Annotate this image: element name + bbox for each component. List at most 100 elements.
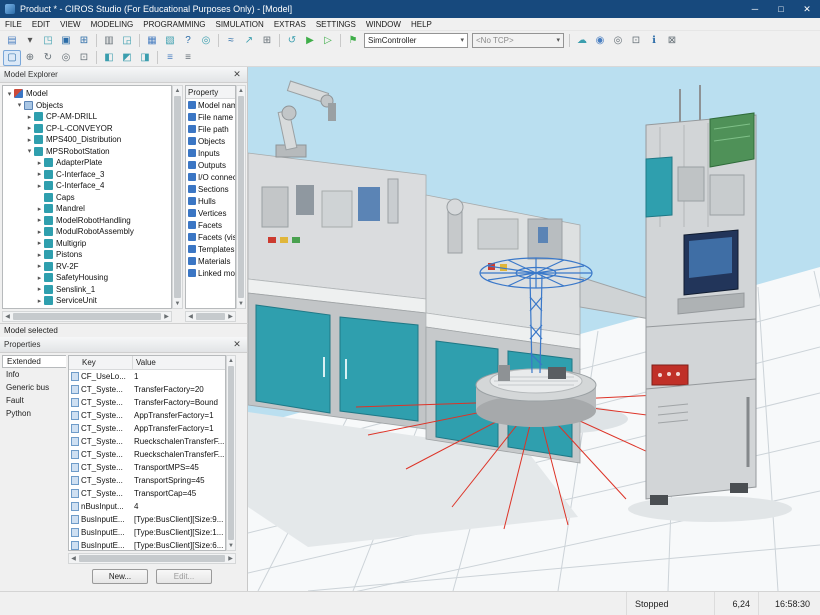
tab-fault[interactable]: Fault: [2, 394, 66, 407]
scroll-thumb[interactable]: [13, 313, 161, 320]
property-item-model-name[interactable]: Model name: [186, 99, 235, 111]
tree-item-rv-2f[interactable]: ▸RV-2F: [3, 261, 171, 273]
table-row[interactable]: CT_Syste...AppTransferFactory=1: [69, 409, 225, 422]
property-item-outputs[interactable]: Outputs: [186, 159, 235, 171]
table-row[interactable]: CF_UseLo...1: [69, 370, 225, 383]
chevron-collapsed-icon[interactable]: ▸: [35, 228, 44, 236]
table-horizontal-scrollbar[interactable]: ◀ ▶: [68, 553, 236, 564]
scroll-up-icon[interactable]: ▲: [237, 86, 246, 95]
tree-item-mpsrobotstation[interactable]: ▾MPSRobotStation: [3, 146, 171, 158]
scroll-down-icon[interactable]: ▼: [173, 299, 182, 308]
property-item-hulls[interactable]: Hulls: [186, 195, 235, 207]
table-row[interactable]: CT_Syste...TransferFactory=20: [69, 383, 225, 396]
print-icon[interactable]: ▥: [100, 32, 118, 48]
chevron-collapsed-icon[interactable]: ▸: [35, 205, 44, 213]
io-connections-icon[interactable]: ⊠: [663, 32, 681, 48]
table-row[interactable]: CT_Syste...TransportCap=45: [69, 487, 225, 500]
measure-icon[interactable]: ◉: [591, 32, 609, 48]
copy-view-icon[interactable]: ◲: [118, 32, 136, 48]
chevron-collapsed-icon[interactable]: ▸: [35, 297, 44, 305]
property-item-i-o-connect[interactable]: I/O connect: [186, 171, 235, 183]
menu-item-edit[interactable]: EDIT: [27, 18, 55, 30]
tree-item-modelrobothandling[interactable]: ▸ModelRobotHandling: [3, 215, 171, 227]
tab-generic-bus[interactable]: Generic bus: [2, 381, 66, 394]
help-icon[interactable]: ?: [179, 32, 197, 48]
tree-item-serviceunit[interactable]: ▸ServiceUnit: [3, 295, 171, 307]
chevron-collapsed-icon[interactable]: ▸: [35, 251, 44, 259]
property-item-templates[interactable]: Templates: [186, 243, 235, 255]
save-all-icon[interactable]: ⊞: [75, 32, 93, 48]
open-model-icon[interactable]: ◳: [39, 32, 57, 48]
toggle-model-explorer-icon[interactable]: ≡: [161, 50, 179, 66]
maximize-button[interactable]: □: [768, 0, 794, 18]
upload-model-icon[interactable]: ☁: [573, 32, 591, 48]
menu-item-help[interactable]: HELP: [406, 18, 437, 30]
chevron-collapsed-icon[interactable]: ▸: [35, 262, 44, 270]
toggle-properties-icon[interactable]: ≡: [179, 50, 197, 66]
column-header-value[interactable]: Value: [133, 356, 225, 369]
tree-horizontal-scrollbar[interactable]: ◀ ▶: [2, 311, 172, 322]
world-info-icon[interactable]: ℹ: [645, 32, 663, 48]
property-item-inputs[interactable]: Inputs: [186, 147, 235, 159]
table-row[interactable]: CT_Syste...TransportSpring=45: [69, 474, 225, 487]
move-mode-icon[interactable]: ⊕: [21, 50, 39, 66]
chevron-collapsed-icon[interactable]: ▸: [25, 113, 34, 121]
scroll-thumb[interactable]: [228, 366, 234, 540]
edit-button[interactable]: Edit...: [156, 569, 212, 584]
scroll-up-icon[interactable]: ▲: [173, 86, 182, 95]
menu-item-programming[interactable]: PROGRAMMING: [138, 18, 210, 30]
new-model-caret-icon[interactable]: ▾: [21, 32, 39, 48]
tab-info[interactable]: Info: [2, 368, 66, 381]
assembly-tower[interactable]: [646, 85, 756, 505]
property-item-sections[interactable]: Sections: [186, 183, 235, 195]
scroll-thumb[interactable]: [196, 313, 225, 320]
start-simulation-icon[interactable]: ▶: [301, 32, 319, 48]
mps-station-left[interactable]: [248, 153, 426, 429]
camera-lock-icon[interactable]: ⊡: [627, 32, 645, 48]
property-horizontal-scrollbar[interactable]: ◀ ▶: [185, 311, 236, 322]
viewport-3d[interactable]: [248, 67, 820, 591]
close-icon[interactable]: ✕: [231, 339, 243, 351]
tcp-select[interactable]: <No TCP>▾: [472, 33, 564, 48]
menu-item-view[interactable]: VIEW: [55, 18, 85, 30]
scroll-right-icon[interactable]: ▶: [226, 554, 235, 563]
close-button[interactable]: ✕: [794, 0, 820, 18]
menu-item-modeling[interactable]: MODELING: [86, 18, 139, 30]
table-row[interactable]: BusInputE...[Type:BusClient][Size:6...: [69, 539, 225, 551]
close-icon[interactable]: ✕: [231, 69, 243, 81]
view-top-icon[interactable]: ◩: [118, 50, 136, 66]
column-header-key[interactable]: Key: [69, 356, 133, 369]
table-row[interactable]: CT_Syste...TransferFactory=Bound: [69, 396, 225, 409]
orbit-view-icon[interactable]: ◎: [197, 32, 215, 48]
table-row[interactable]: BusInputE...[Type:BusClient][Size:1...: [69, 526, 225, 539]
menu-item-settings[interactable]: SETTINGS: [311, 18, 361, 30]
chevron-expanded-icon[interactable]: ▾: [25, 147, 34, 155]
table-row[interactable]: CT_Syste...RueckschalenTransferF...: [69, 435, 225, 448]
step-simulation-icon[interactable]: ▷: [319, 32, 337, 48]
fit-view-icon[interactable]: ⊡: [75, 50, 93, 66]
chevron-expanded-icon[interactable]: ▾: [5, 90, 14, 98]
chevron-collapsed-icon[interactable]: ▸: [35, 285, 44, 293]
scroll-right-icon[interactable]: ▶: [162, 312, 171, 321]
select-mode-icon[interactable]: ▢: [3, 50, 21, 66]
chevron-collapsed-icon[interactable]: ▸: [35, 274, 44, 282]
table-row[interactable]: CT_Syste...AppTransferFactory=1: [69, 422, 225, 435]
scroll-left-icon[interactable]: ◀: [3, 312, 12, 321]
tree-item-c-interface-4[interactable]: ▸C-Interface_4: [3, 180, 171, 192]
scroll-down-icon[interactable]: ▼: [227, 541, 236, 550]
scroll-right-icon[interactable]: ▶: [226, 312, 235, 321]
menu-item-simulation[interactable]: SIMULATION: [211, 18, 269, 30]
scroll-thumb[interactable]: [238, 96, 244, 298]
tree-item-caps[interactable]: Caps: [3, 192, 171, 204]
chart-recorder-icon[interactable]: ↗: [240, 32, 258, 48]
view-front-icon[interactable]: ◧: [100, 50, 118, 66]
property-vertical-scrollbar[interactable]: ▲ ▼: [236, 85, 246, 309]
property-item-objects[interactable]: Objects: [186, 135, 235, 147]
scroll-left-icon[interactable]: ◀: [69, 554, 78, 563]
tree-item-senslink-1[interactable]: ▸Senslink_1: [3, 284, 171, 296]
property-item-materials[interactable]: Materials: [186, 255, 235, 267]
tree-item-c-interface-3[interactable]: ▸C-Interface_3: [3, 169, 171, 181]
chevron-collapsed-icon[interactable]: ▸: [35, 216, 44, 224]
property-item-file-name[interactable]: File name: [186, 111, 235, 123]
table-row[interactable]: BusInputE...[Type:BusClient][Size:9...: [69, 513, 225, 526]
